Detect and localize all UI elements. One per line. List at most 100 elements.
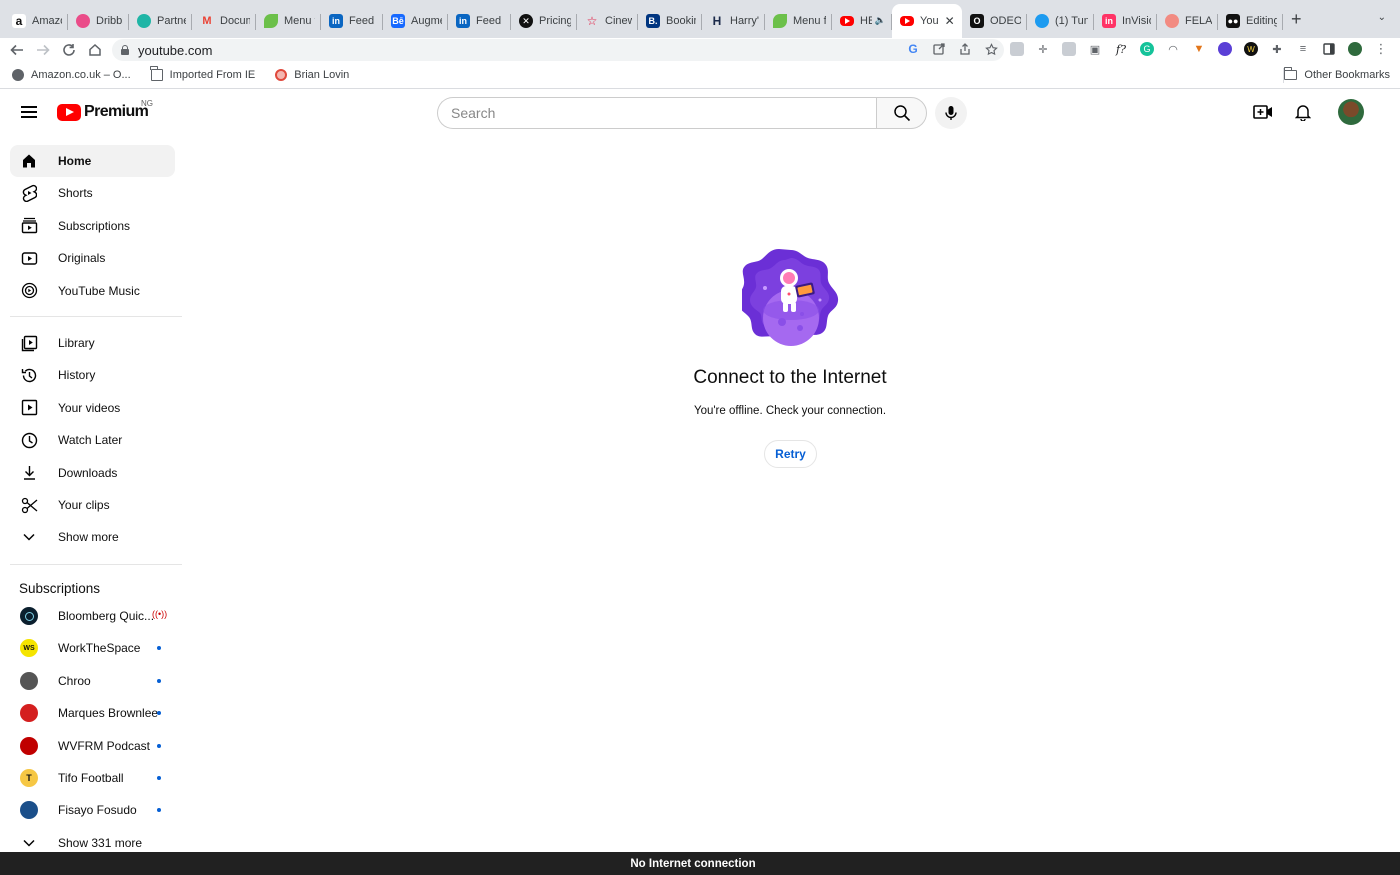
other-bookmarks[interactable]: Other Bookmarks	[1283, 67, 1390, 81]
reload-button[interactable]	[56, 38, 82, 62]
sidebar-item-label: WorkTheSpace	[58, 641, 141, 656]
browser-tab[interactable]: H Harry's	[702, 6, 765, 36]
google-icon[interactable]: G	[906, 42, 920, 56]
browser-tab[interactable]: Menu f	[765, 6, 832, 36]
browser-tab[interactable]: in Feed |	[448, 6, 511, 36]
sidebar-item-your-clips[interactable]: Your clips	[10, 489, 175, 521]
subscription-channel[interactable]: Marques Brownlee	[10, 697, 175, 729]
sidebar-item-show-more[interactable]: Show more	[10, 521, 175, 553]
extension-move-icon[interactable]: ✛	[1036, 42, 1050, 56]
browser-tab-title: FELAS	[1185, 15, 1212, 27]
forward-button[interactable]	[30, 38, 56, 62]
sidebar-item-shorts[interactable]: Shorts	[10, 177, 175, 209]
browser-tab[interactable]: Partne	[129, 6, 192, 36]
browser-tab[interactable]: B. Bookin	[638, 6, 702, 36]
browser-tab[interactable]: in InVisio	[1094, 6, 1157, 36]
profile-avatar-icon[interactable]	[1348, 42, 1362, 56]
home-button[interactable]	[82, 38, 108, 62]
browser-tab[interactable]: a Amazo	[4, 6, 68, 36]
channel-avatar	[20, 607, 38, 625]
back-button[interactable]	[4, 38, 30, 62]
subscription-channel[interactable]: Bloomberg Quic... ((•))	[10, 600, 175, 632]
sidebar-item-subscriptions[interactable]: Subscriptions	[10, 210, 175, 242]
channel-avatar	[20, 671, 38, 690]
sidebar-item-home[interactable]: Home	[10, 145, 175, 177]
search-button[interactable]	[876, 97, 927, 129]
sidebar-item-library[interactable]: Library	[10, 327, 175, 359]
notifications-button[interactable]	[1290, 98, 1316, 126]
sidebar-item-label: Watch Later	[58, 433, 123, 448]
browser-tab[interactable]: O ODEON	[962, 6, 1027, 36]
bookmark-item[interactable]: Brian Lovin	[275, 69, 349, 81]
close-tab-icon[interactable]: ✕	[945, 14, 955, 28]
browser-tab[interactable]: Menu f	[256, 6, 321, 36]
metamask-icon[interactable]: ▼	[1192, 42, 1206, 56]
subscription-channel[interactable]: Fisayo Fosudo	[10, 794, 175, 826]
tab-search-icon[interactable]: ⌄	[1378, 12, 1386, 23]
account-avatar[interactable]	[1338, 99, 1364, 125]
extension-arc-icon[interactable]: ◠	[1166, 42, 1180, 56]
channel-avatar	[20, 736, 38, 755]
bookmark-star-icon[interactable]	[984, 42, 998, 56]
browser-tab[interactable]: ✕ Pricing	[511, 6, 577, 36]
speaker-icon[interactable]: 🔈	[875, 16, 886, 26]
search-icon	[893, 105, 910, 122]
side-panel-icon[interactable]	[1322, 42, 1336, 56]
bookmark-item[interactable]: Imported From IE	[150, 66, 255, 81]
browser-tab[interactable]: ☆ Cinewo	[577, 6, 638, 36]
open-external-icon[interactable]	[932, 42, 946, 56]
browser-menu-icon[interactable]: ⋮	[1374, 41, 1388, 56]
sidebar-item-history[interactable]: History	[10, 359, 175, 391]
browser-tab[interactable]: You ✕	[892, 4, 962, 38]
browser-tab[interactable]: in Feed |	[321, 6, 383, 36]
browser-tab[interactable]: (1) Tun	[1027, 6, 1094, 36]
booking-icon: B.	[646, 14, 660, 28]
logo-text: Premium	[84, 103, 149, 120]
extension-circle-icon[interactable]	[1218, 42, 1232, 56]
extension-screenshot-icon[interactable]	[1010, 42, 1024, 56]
sidebar-item-youtube-music[interactable]: YouTube Music	[10, 275, 175, 307]
browser-tab[interactable]: ●● Editing	[1218, 6, 1283, 36]
channel-avatar: T	[20, 769, 38, 787]
new-content-dot	[157, 776, 161, 780]
sidebar-divider	[10, 564, 182, 565]
browser-tab-title: (1) Tun	[1055, 15, 1088, 27]
media-controls-icon[interactable]: ≡	[1296, 42, 1310, 56]
browser-tab[interactable]: Bē Augme	[383, 6, 448, 36]
subscription-channel[interactable]: WorkTheSpace WS	[10, 632, 175, 664]
star-icon: ☆	[586, 14, 598, 28]
youtube-premium-logo[interactable]: Premium NG	[57, 99, 153, 121]
show-more-subscriptions-button[interactable]: Show 331 more	[10, 827, 175, 852]
browser-tab-title: Harry's	[730, 15, 759, 27]
browser-tab[interactable]: Dribbb	[68, 6, 129, 36]
sidebar-item-label: Originals	[58, 251, 106, 266]
address-bar[interactable]: youtube.com G	[112, 39, 1004, 61]
browser-tab[interactable]: HE 🔈	[832, 6, 892, 36]
subscription-channel[interactable]: Tifo Football T	[10, 762, 175, 794]
search-input[interactable]	[437, 97, 876, 129]
sidebar-item-originals[interactable]: Originals	[10, 242, 175, 274]
extension-w-icon[interactable]: W	[1244, 42, 1258, 56]
sidebar-item-downloads[interactable]: Downloads	[10, 457, 175, 489]
subscription-channel[interactable]: Chroo	[10, 665, 175, 697]
voice-search-button[interactable]	[935, 97, 967, 129]
hamburger-menu-icon[interactable]	[21, 106, 37, 118]
sidebar-item-watch-later[interactable]: Watch Later	[10, 424, 175, 456]
sidebar-item-your-videos[interactable]: Your videos	[10, 392, 175, 424]
bookmark-item[interactable]: Amazon.co.uk – O...	[12, 69, 131, 81]
retry-button[interactable]: Retry	[764, 440, 817, 468]
share-icon[interactable]	[958, 42, 972, 56]
new-tab-button[interactable]: +	[1291, 10, 1302, 28]
browser-tab-title: Menu f	[284, 15, 315, 27]
grammarly-icon[interactable]: G	[1140, 42, 1154, 56]
font-icon[interactable]: f?	[1114, 42, 1128, 56]
extensions-puzzle-icon[interactable]: ✚	[1270, 42, 1284, 56]
extension-gray-icon[interactable]	[1062, 42, 1076, 56]
create-video-button[interactable]	[1250, 98, 1276, 126]
browser-tab[interactable]: M Docum	[192, 6, 256, 36]
camera-icon[interactable]: ▣	[1088, 42, 1102, 56]
browser-tab-title: Feed |	[476, 15, 505, 27]
browser-tab-title: Bookin	[666, 15, 696, 27]
browser-tab[interactable]: FELAS	[1157, 6, 1218, 36]
subscription-channel[interactable]: WVFRM Podcast	[10, 730, 175, 762]
